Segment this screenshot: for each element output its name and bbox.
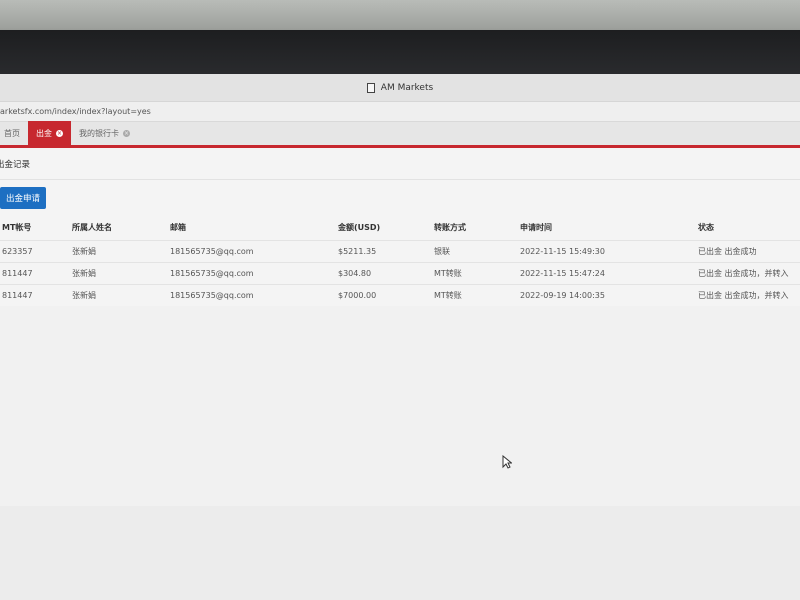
main-content: 出金记录 出金申请 MT帐号 所属人姓名 邮箱 金额(USD) 转账方式 申请时… <box>0 148 800 506</box>
cell-apply-time: 2022-09-19 14:00:35 <box>520 283 698 306</box>
tab-label: 出金 <box>36 128 52 138</box>
section-title-text: 出金记录 <box>0 159 31 170</box>
table-header-row: MT帐号 所属人姓名 邮箱 金额(USD) 转账方式 申请时间 状态 <box>0 216 800 240</box>
cell-email: 181565735@qq.com <box>170 283 338 306</box>
cell-email: 181565735@qq.com <box>170 239 338 262</box>
address-bar[interactable]: arketsfx.com/index/index?layout=yes <box>0 102 800 122</box>
cell-owner-name: 张新娟 <box>72 239 170 262</box>
column-header-apply-time: 申请时间 <box>520 223 552 233</box>
column-header-amount: 金额(USD) <box>338 223 381 233</box>
cell-mt-account: 811447 <box>0 283 72 306</box>
cell-owner-name: 张新娟 <box>72 261 170 284</box>
window-title: AM Markets <box>380 82 434 93</box>
window-titlebar: AM Markets <box>0 74 800 102</box>
column-header-mt-account: MT帐号 <box>2 223 32 233</box>
cell-amount: $304.80 <box>338 261 434 284</box>
column-header-status: 状态 <box>698 223 714 233</box>
cell-status: 已出金 出金成功，并转入 <box>698 261 800 284</box>
url-text: arketsfx.com/index/index?layout=yes <box>0 107 151 116</box>
cell-mt-account: 623357 <box>0 239 72 262</box>
cell-amount: $7000.00 <box>338 283 434 306</box>
cell-amount: $5211.35 <box>338 239 434 262</box>
tab-label: 我的银行卡 <box>79 128 119 138</box>
cell-mt-account: 811447 <box>0 261 72 284</box>
document-icon <box>366 82 375 93</box>
button-label: 出金申请 <box>6 194 41 204</box>
cell-transfer-method: 银联 <box>434 239 520 262</box>
close-icon[interactable]: × <box>56 129 63 137</box>
cell-transfer-method: MT转账 <box>434 283 520 306</box>
app-tabs: 首页 出金 × 我的银行卡 × <box>0 121 800 148</box>
section-title: 出金记录 <box>0 148 800 180</box>
toolbar: 出金申请 <box>0 180 800 216</box>
withdraw-apply-button[interactable]: 出金申请 <box>0 187 47 209</box>
table-row: 811447 张新娟 181565735@qq.com $7000.00 MT转… <box>0 283 800 306</box>
table-row: 811447 张新娟 181565735@qq.com $304.80 MT转账… <box>0 261 800 284</box>
tab-withdraw[interactable]: 出金 × <box>28 121 71 145</box>
column-header-owner-name: 所属人姓名 <box>72 223 112 233</box>
cell-status: 已出金 出金成功，并转入 <box>698 283 800 306</box>
close-icon[interactable]: × <box>123 129 130 137</box>
browser-window: AM Markets arketsfx.com/index/index?layo… <box>0 74 800 600</box>
empty-area <box>0 306 800 506</box>
cell-apply-time: 2022-11-15 15:49:30 <box>520 239 698 262</box>
column-header-transfer-method: 转账方式 <box>434 223 466 233</box>
tab-home[interactable]: 首页 <box>0 121 28 145</box>
cell-owner-name: 张新娟 <box>72 283 170 306</box>
cell-email: 181565735@qq.com <box>170 261 338 284</box>
tab-my-bank-card[interactable]: 我的银行卡 × <box>71 121 138 145</box>
cell-apply-time: 2022-11-15 15:47:24 <box>520 261 698 284</box>
monitor-bezel <box>0 30 800 80</box>
mouse-pointer-icon <box>502 455 512 469</box>
table-row: 623357 张新娟 181565735@qq.com $5211.35 银联 … <box>0 239 800 262</box>
withdraw-records-table: MT帐号 所属人姓名 邮箱 金额(USD) 转账方式 申请时间 状态 62335… <box>0 216 800 306</box>
cell-status: 已出金 出金成功 <box>698 239 800 262</box>
tab-label: 首页 <box>4 128 20 138</box>
cell-transfer-method: MT转账 <box>434 261 520 284</box>
column-header-email: 邮箱 <box>170 223 186 233</box>
